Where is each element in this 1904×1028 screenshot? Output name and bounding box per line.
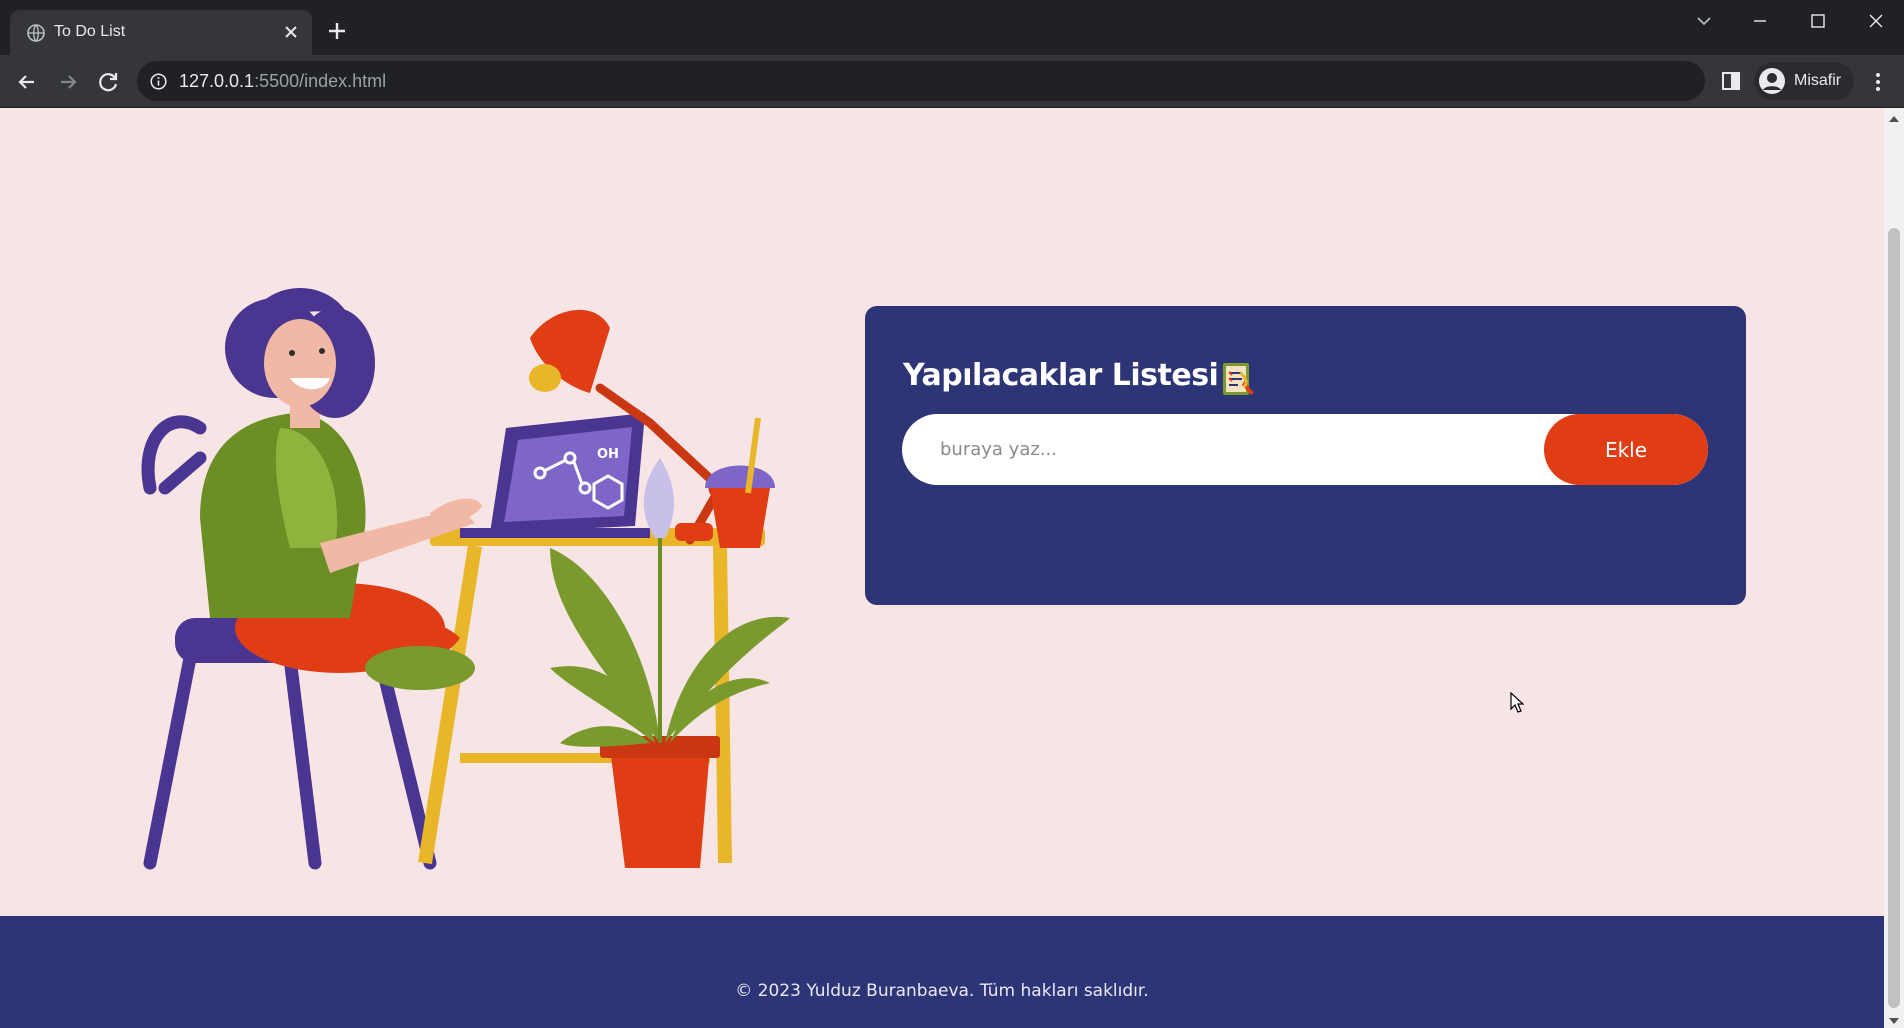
svg-text:OH: OH bbox=[597, 447, 619, 462]
forward-arrow-icon[interactable] bbox=[54, 68, 82, 96]
todo-title: Yapılacaklar Listesi bbox=[903, 358, 1219, 393]
reload-icon[interactable] bbox=[95, 68, 123, 96]
url-path: :5500/index.html bbox=[254, 71, 387, 91]
profile-button[interactable]: Misafir bbox=[1754, 62, 1854, 100]
todo-input-row: Ekle bbox=[902, 414, 1708, 485]
checklist-icon bbox=[1223, 363, 1254, 395]
chevron-down-icon[interactable] bbox=[1686, 8, 1722, 34]
avatar-icon bbox=[1759, 68, 1785, 94]
scroll-up-arrow-icon[interactable] bbox=[1889, 116, 1899, 122]
mouse-cursor-icon bbox=[1510, 692, 1524, 713]
tab-title: To Do List bbox=[54, 23, 126, 40]
info-icon[interactable] bbox=[150, 73, 167, 90]
todo-card: Yapılacaklar Listesi Ekle bbox=[865, 306, 1746, 605]
window-close-icon[interactable] bbox=[1858, 8, 1894, 34]
footer-copyright: © 2023 Yulduz Buranbaeva. Tüm hakları sa… bbox=[735, 981, 1149, 1001]
url-host: 127.0.0.1 bbox=[179, 71, 255, 91]
minimize-icon[interactable] bbox=[1742, 8, 1778, 34]
task-input[interactable] bbox=[902, 414, 1542, 485]
url-text[interactable]: 127.0.0.1:5500/index.html bbox=[179, 71, 386, 92]
add-button[interactable]: Ekle bbox=[1544, 414, 1708, 485]
browser-toolbar: 127.0.0.1:5500/index.html Misafir bbox=[0, 55, 1904, 108]
plus-icon[interactable] bbox=[326, 20, 348, 42]
side-panel-icon[interactable] bbox=[1720, 70, 1742, 92]
close-icon[interactable] bbox=[280, 21, 302, 43]
browser-tab[interactable]: To Do List bbox=[10, 10, 312, 55]
page-footer: © 2023 Yulduz Buranbaeva. Tüm hakları sa… bbox=[0, 916, 1884, 1028]
scrollbar-thumb[interactable] bbox=[1888, 228, 1900, 1008]
maximize-icon[interactable] bbox=[1800, 8, 1836, 34]
page-scrollbar[interactable] bbox=[1884, 108, 1904, 1028]
browser-title-bar: To Do List bbox=[0, 0, 1904, 55]
page-viewport: OH Yapılacaklar Listesi buraya yaz... Ek… bbox=[0, 108, 1884, 1028]
person-at-desk-illustration: OH bbox=[141, 288, 790, 870]
address-bar[interactable]: 127.0.0.1:5500/index.html bbox=[137, 61, 1705, 101]
back-arrow-icon[interactable] bbox=[13, 68, 41, 96]
profile-name: Misafir bbox=[1794, 72, 1842, 89]
more-vert-icon[interactable] bbox=[1868, 69, 1888, 95]
globe-icon bbox=[27, 24, 45, 42]
scroll-down-arrow-icon[interactable] bbox=[1889, 1018, 1899, 1024]
